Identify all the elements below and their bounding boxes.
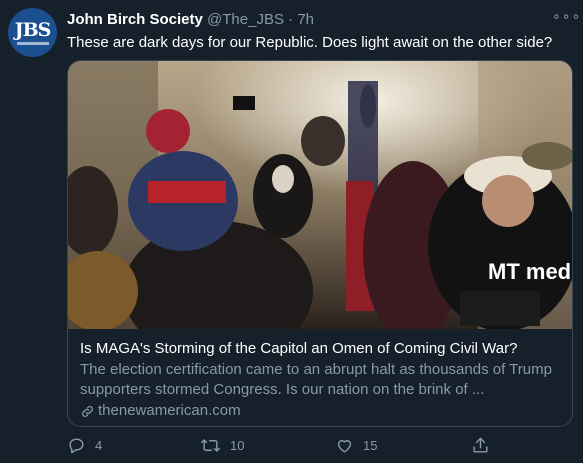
link-card[interactable]: MT media Is MAGA's Storming of the Capit… xyxy=(67,60,573,427)
avatar[interactable]: JBS xyxy=(8,8,57,57)
like-button[interactable]: 15 xyxy=(335,436,377,455)
tweet-actions: 4 10 15 xyxy=(67,436,507,458)
author-name[interactable]: John Birch Society xyxy=(67,11,203,28)
tweet-header: John Birch Society @The_JBS · 7h xyxy=(67,10,314,29)
retweet-button[interactable]: 10 xyxy=(200,436,244,455)
share-button[interactable] xyxy=(471,436,499,455)
avatar-subtitle-line xyxy=(16,41,49,45)
crowd-photo: MT media xyxy=(68,61,572,329)
tweet-text: These are dark days for our Republic. Do… xyxy=(67,34,553,51)
card-link-domain: thenewamerican.com xyxy=(98,402,241,419)
reply-count: 4 xyxy=(95,438,103,453)
header-separator: · xyxy=(288,11,294,28)
link-icon xyxy=(82,405,93,417)
card-image[interactable]: MT media xyxy=(68,61,572,329)
author-handle[interactable]: @The_JBS xyxy=(207,11,284,28)
card-description: The election certification came to an ab… xyxy=(80,361,552,398)
shirt-text: MT media xyxy=(488,259,572,284)
card-link[interactable]: thenewamerican.com xyxy=(80,401,560,421)
like-count: 15 xyxy=(363,438,378,453)
retweet-icon xyxy=(201,439,220,452)
more-options-icon[interactable]: ∘∘∘ xyxy=(552,8,581,25)
share-icon xyxy=(473,437,488,453)
avatar-logo-text: JBS xyxy=(14,18,52,41)
retweet-count: 10 xyxy=(230,438,245,453)
reply-icon xyxy=(69,438,84,454)
heart-icon xyxy=(337,440,352,453)
card-title[interactable]: Is MAGA's Storming of the Capitol an Ome… xyxy=(80,339,560,359)
tweet-timestamp[interactable]: 7h xyxy=(297,11,314,28)
reply-button[interactable]: 4 xyxy=(67,436,102,455)
